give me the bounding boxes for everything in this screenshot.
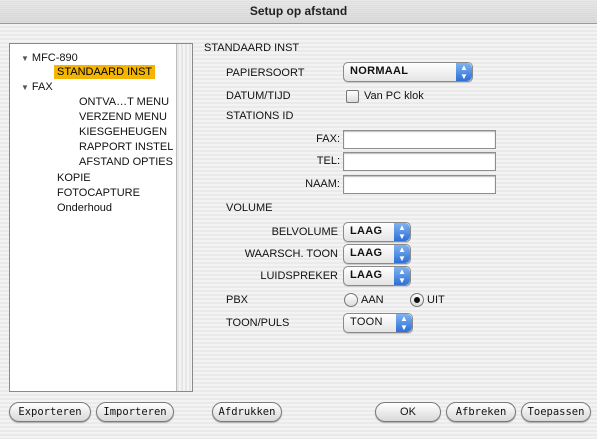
volume-label: VOLUME <box>226 202 273 214</box>
tel-field[interactable] <box>343 152 496 171</box>
title-bar[interactable]: Setup op afstand <box>0 0 597 24</box>
papiersoort-value: NORMAAL <box>350 65 409 77</box>
belvolume-label: BELVOLUME <box>271 226 338 238</box>
tree-item-standaard-inst[interactable]: STANDAARD INST <box>54 65 156 79</box>
tree-item-kopie[interactable]: KOPIE <box>54 171 94 185</box>
papiersoort-label: PAPIERSOORT <box>226 67 305 79</box>
tree-item-label: MFC-890 <box>31 52 78 64</box>
tree-item-label: FOTOCAPTURE <box>57 187 140 199</box>
pbx-aan-radio[interactable] <box>344 293 358 307</box>
expand-triangle-icon[interactable]: ▼ <box>21 83 29 92</box>
pbx-uit-label: UIT <box>427 294 445 306</box>
naam-label: NAAM: <box>305 178 340 190</box>
tree-item-fotocapture[interactable]: FOTOCAPTURE <box>54 186 143 200</box>
toon-puls-value: TOON <box>350 316 383 328</box>
van-pc-klok-label: Van PC klok <box>364 90 424 102</box>
waarsch-toon-label: WAARSCH. TOON <box>244 248 338 260</box>
tree-item-label: STANDAARD INST <box>57 66 153 78</box>
ok-button[interactable]: OK <box>375 402 441 422</box>
tree-item-rapport-instel[interactable]: RAPPORT INSTEL <box>76 140 176 154</box>
afbreken-button[interactable]: Afbreken <box>446 402 516 422</box>
luidspreker-value: LAAG <box>350 269 383 281</box>
expand-triangle-icon[interactable]: ▼ <box>21 54 29 63</box>
updown-arrow-icon: ▲ ▼ <box>456 63 472 81</box>
van-pc-klok-checkbox[interactable] <box>346 90 359 103</box>
afdrukken-button[interactable]: Afdrukken <box>212 402 282 422</box>
tel-label: TEL: <box>316 155 340 167</box>
updown-arrow-icon: ▲ ▼ <box>394 223 410 241</box>
window-content: ▼ MFC-890 STANDAARD INST ▼ FAX ONTVA…T MEN… <box>0 24 597 439</box>
toon-puls-label: TOON/PULS <box>226 317 290 329</box>
tree-item-label: Onderhoud <box>57 202 113 214</box>
exporteren-button[interactable]: Exporteren <box>9 402 91 422</box>
naam-field[interactable] <box>343 175 496 194</box>
luidspreker-label: LUIDSPREKER <box>260 270 338 282</box>
toon-puls-select[interactable]: TOON ▲ ▼ <box>343 313 413 333</box>
tree-item-verzend-menu[interactable]: VERZEND MENU <box>76 110 170 124</box>
tree-item-label: RAPPORT INSTEL <box>79 141 174 153</box>
tree-scrollbar[interactable] <box>176 44 192 391</box>
waarsch-toon-select[interactable]: LAAG ▲ ▼ <box>343 244 411 264</box>
settings-tree[interactable]: ▼ MFC-890 STANDAARD INST ▼ FAX ONTVA…T MEN… <box>9 43 193 392</box>
tree-item-label: KOPIE <box>57 172 91 184</box>
datum-label: DATUM/TIJD <box>226 90 291 102</box>
stations-id-label: STATIONS ID <box>226 110 294 122</box>
waarsch-toon-value: LAAG <box>350 247 383 259</box>
tree-item-mfc890[interactable]: ▼ MFC-890 <box>18 51 81 66</box>
fax-field[interactable] <box>343 130 496 149</box>
fax-label: FAX: <box>316 133 340 145</box>
tree-item-label: ONTVA…T MENU <box>79 96 170 108</box>
tree-item-label: VERZEND MENU <box>79 111 168 123</box>
tree-item-label: AFSTAND OPTIES <box>79 156 173 168</box>
updown-arrow-icon: ▲ ▼ <box>394 245 410 263</box>
importeren-button[interactable]: Importeren <box>96 402 174 422</box>
tree-item-label: FAX <box>31 81 53 93</box>
tree-item-afstand-opties[interactable]: AFSTAND OPTIES <box>76 155 176 169</box>
luidspreker-select[interactable]: LAAG ▲ ▼ <box>343 266 411 286</box>
tree-item-kiesgeheugen[interactable]: KIESGEHEUGEN <box>76 125 170 139</box>
window-title: Setup op afstand <box>249 4 348 18</box>
pbx-aan-label: AAN <box>361 294 384 306</box>
tree-item-ontva-menu[interactable]: ONTVA…T MENU <box>76 95 172 109</box>
belvolume-select[interactable]: LAAG ▲ ▼ <box>343 222 411 242</box>
tree-item-fax[interactable]: ▼ FAX <box>18 80 56 95</box>
pbx-label: PBX <box>226 294 249 306</box>
updown-arrow-icon: ▲ ▼ <box>396 314 412 332</box>
section-title: STANDAARD INST <box>204 42 300 54</box>
tree-item-label: KIESGEHEUGEN <box>79 126 168 138</box>
belvolume-value: LAAG <box>350 225 383 237</box>
updown-arrow-icon: ▲ ▼ <box>394 267 410 285</box>
toepassen-button[interactable]: Toepassen <box>521 402 591 422</box>
tree-item-onderhoud[interactable]: Onderhoud <box>54 201 115 215</box>
papiersoort-select[interactable]: NORMAAL ▲ ▼ <box>343 62 473 82</box>
pbx-uit-radio[interactable] <box>410 293 424 307</box>
